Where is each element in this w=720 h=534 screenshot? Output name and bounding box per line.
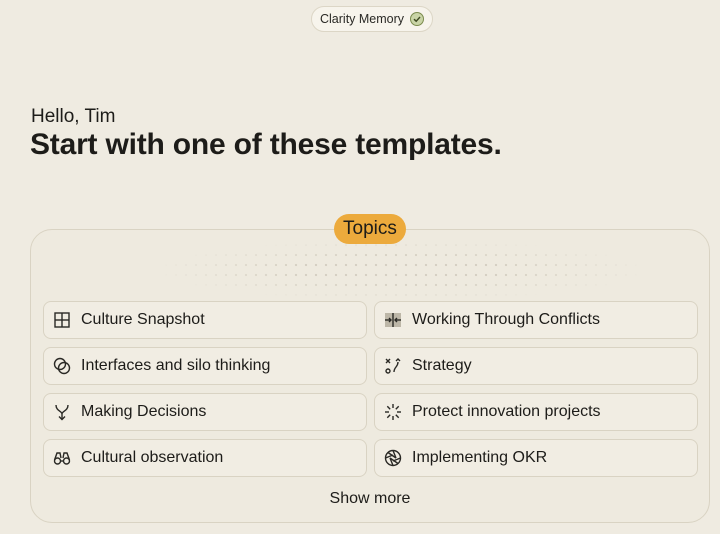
template-label: Culture Snapshot	[81, 311, 205, 328]
memory-label: Clarity Memory	[320, 12, 405, 26]
clarity-memory-pill[interactable]: Clarity Memory	[311, 6, 434, 32]
template-working-through-conflicts[interactable]: Working Through Conflicts	[374, 301, 698, 339]
arrows-converge-icon	[383, 310, 403, 330]
check-circle-icon	[410, 12, 425, 26]
aperture-icon	[383, 448, 403, 468]
overlap-circles-icon	[52, 356, 72, 376]
template-label: Protect innovation projects	[412, 403, 601, 420]
grid-icon	[52, 310, 72, 330]
page-title: Start with one of these templates.	[30, 128, 502, 161]
show-more-button[interactable]: Show more	[300, 490, 440, 508]
template-interfaces-silo-thinking[interactable]: Interfaces and silo thinking	[43, 347, 367, 385]
tactics-icon	[383, 356, 403, 376]
loader-icon	[383, 402, 403, 422]
fork-arrow-icon	[52, 402, 72, 422]
template-label: Strategy	[412, 357, 472, 374]
template-culture-snapshot[interactable]: Culture Snapshot	[43, 301, 367, 339]
binoculars-icon	[52, 448, 72, 468]
template-label: Cultural observation	[81, 449, 224, 466]
template-implementing-okr[interactable]: Implementing OKR	[374, 439, 698, 477]
template-cultural-observation[interactable]: Cultural observation	[43, 439, 367, 477]
template-strategy[interactable]: Strategy	[374, 347, 698, 385]
greeting: Hello, Tim	[31, 106, 116, 127]
template-label: Implementing OKR	[412, 449, 548, 466]
template-label: Working Through Conflicts	[412, 311, 600, 328]
template-label: Interfaces and silo thinking	[81, 357, 271, 374]
dot-pattern	[161, 240, 641, 300]
template-making-decisions[interactable]: Making Decisions	[43, 393, 367, 431]
template-label: Making Decisions	[81, 403, 207, 420]
topics-badge: Topics	[334, 214, 406, 244]
template-protect-innovation-projects[interactable]: Protect innovation projects	[374, 393, 698, 431]
